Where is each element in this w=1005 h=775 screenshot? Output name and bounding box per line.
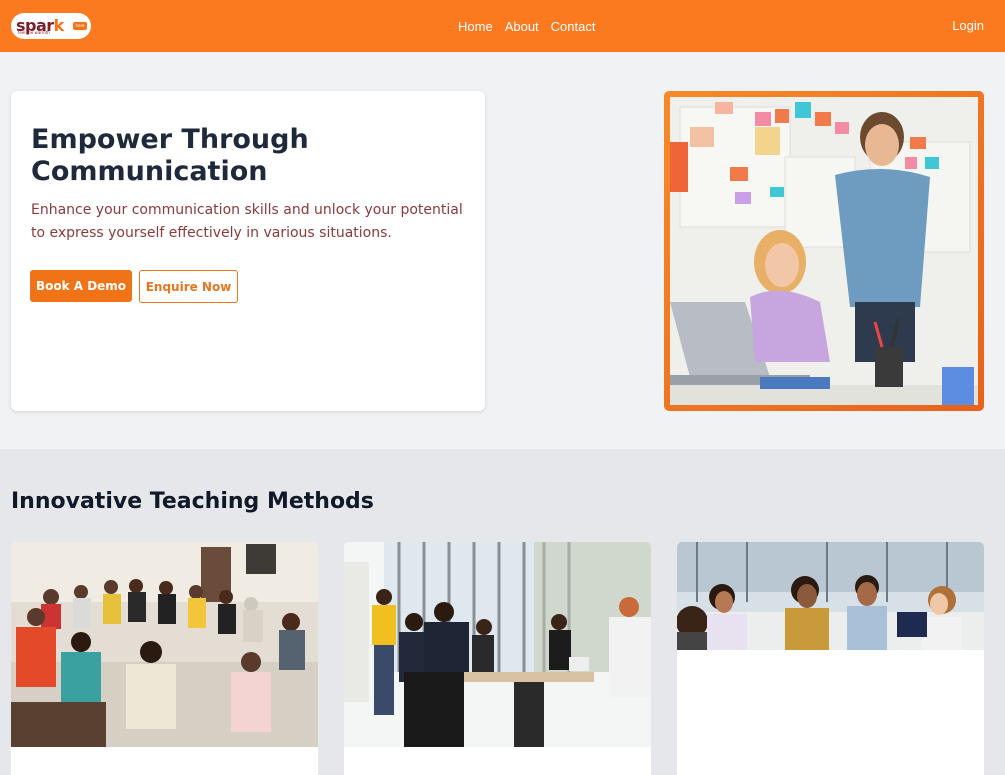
main-nav: Home About Contact xyxy=(458,0,595,52)
hero-title: Empower Through Communication xyxy=(31,124,309,187)
book-demo-button[interactable]: Book A Demo xyxy=(30,270,132,302)
teaching-methods-section: Innovative Teaching Methods xyxy=(0,449,1005,775)
nav-link-about[interactable]: About xyxy=(505,19,539,34)
logo-tagline: feel the warmth xyxy=(18,30,50,35)
nav-link-contact[interactable]: Contact xyxy=(551,19,596,34)
students-smiling-image xyxy=(677,542,984,650)
logo-badge: here xyxy=(73,22,87,30)
office-presentation-image xyxy=(344,542,651,747)
group-discussion-image xyxy=(11,542,318,747)
method-card-2[interactable] xyxy=(344,542,651,775)
hero-subtitle: Enhance your communication skills and un… xyxy=(31,202,463,241)
method-card-1[interactable] xyxy=(11,542,318,775)
spark-logo[interactable]: spark feel the warmth here xyxy=(11,13,91,39)
top-navbar: spark feel the warmth here Home About Co… xyxy=(0,0,1005,52)
hero-photo-illustration xyxy=(670,97,978,405)
section-title: Innovative Teaching Methods xyxy=(11,489,374,514)
hero-image-frame xyxy=(664,91,984,411)
method-card-3[interactable] xyxy=(677,542,984,775)
hero-image xyxy=(670,97,978,405)
nav-link-home[interactable]: Home xyxy=(458,19,493,34)
login-link[interactable]: Login xyxy=(952,18,984,33)
enquire-now-button[interactable]: Enquire Now xyxy=(139,270,238,303)
hero-card: Empower Through Communication Enhance yo… xyxy=(11,91,485,411)
